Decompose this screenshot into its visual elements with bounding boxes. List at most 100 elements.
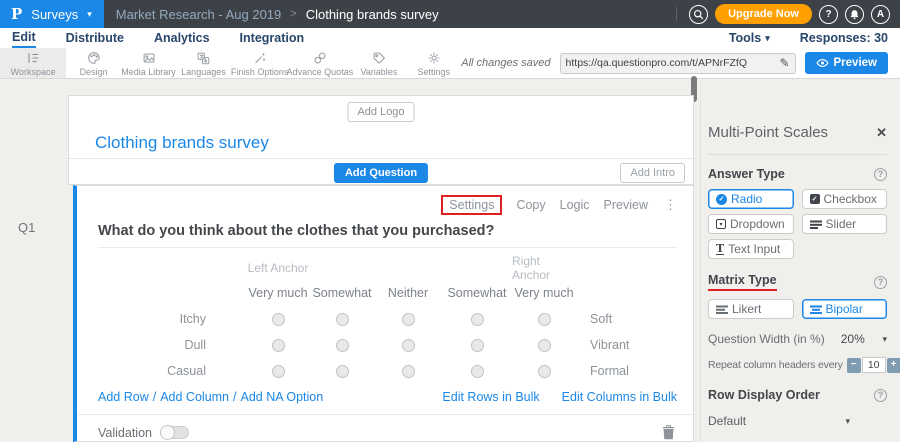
panel-divider (708, 154, 887, 155)
decrement-button[interactable]: − (847, 358, 861, 373)
row-right-label[interactable]: Vibrant (576, 332, 629, 358)
add-question-button[interactable]: Add Question (334, 163, 428, 183)
matrix-radio[interactable] (538, 313, 551, 326)
matrix-radio[interactable] (471, 365, 484, 378)
question-logic-link[interactable]: Logic (560, 198, 590, 212)
column-header[interactable]: Somewhat (442, 280, 512, 306)
row-left-label[interactable]: Itchy (98, 306, 246, 332)
edit-columns-bulk-link[interactable]: Edit Columns in Bulk (562, 390, 677, 404)
tools-menu[interactable]: Tools ▾ (729, 31, 770, 45)
matrix-type-label: Matrix Type (708, 273, 777, 291)
row-left-label[interactable]: Dull (98, 332, 246, 358)
help-icon[interactable]: ? (874, 389, 887, 402)
eye-icon (816, 58, 829, 68)
tab-integration[interactable]: Integration (240, 30, 305, 47)
row-right-label[interactable]: Formal (576, 358, 629, 384)
quotas-icon (312, 50, 328, 66)
matrix-radio[interactable] (336, 365, 349, 378)
matrix-radio[interactable] (402, 313, 415, 326)
toolbar-media-library[interactable]: Media Library (121, 48, 176, 78)
add-row-link[interactable]: Add Row (98, 390, 149, 404)
upgrade-now-button[interactable]: Upgrade Now (715, 4, 812, 24)
answer-type-slider[interactable]: Slider (802, 214, 888, 234)
palette-icon (86, 50, 102, 66)
product-label: Surveys (31, 7, 78, 22)
matrix-radio[interactable] (272, 313, 285, 326)
search-button[interactable] (689, 5, 708, 24)
add-intro-button[interactable]: Add Intro (620, 163, 685, 183)
column-header[interactable]: Very much (512, 280, 576, 306)
row-left-label[interactable]: Casual (98, 358, 246, 384)
matrix-radio[interactable] (402, 365, 415, 378)
question-card: Settings Copy Logic Preview ⋮ What do yo… (73, 185, 694, 442)
column-header[interactable]: Very much (246, 280, 310, 306)
matrix-type-likert[interactable]: Likert (708, 299, 794, 319)
answer-type-options: ✓ Radio ✓ Checkbox ▾ Dropdown Slider T (708, 189, 887, 259)
matrix-radio[interactable] (272, 339, 285, 352)
answer-type-checkbox[interactable]: ✓ Checkbox (802, 189, 888, 209)
toolbar-workspace[interactable]: Workspace (0, 48, 66, 78)
delete-question-button[interactable] (662, 425, 675, 440)
answer-type-dropdown[interactable]: ▾ Dropdown (708, 214, 794, 234)
toolbar-finish-options[interactable]: Finish Options (231, 48, 289, 78)
help-button[interactable]: ? (819, 5, 838, 24)
repeat-headers-stepper: − + (847, 357, 900, 373)
matrix-radio[interactable] (471, 339, 484, 352)
validation-toggle[interactable] (160, 426, 189, 439)
toolbar-variables[interactable]: Variables (351, 48, 406, 78)
toolbar-advance-quotas[interactable]: Advance Quotas (288, 48, 351, 78)
survey-url-input[interactable] (566, 57, 780, 69)
question-width-value[interactable]: 20% (841, 332, 865, 346)
question-text[interactable]: What do you think about the clothes that… (98, 223, 494, 239)
more-options-icon[interactable]: ⋮ (664, 197, 677, 213)
question-settings-link[interactable]: Settings (441, 195, 502, 215)
answer-type-radio[interactable]: ✓ Radio (708, 189, 794, 209)
notifications-button[interactable] (845, 5, 864, 24)
responses-count[interactable]: Responses: 30 (800, 31, 888, 45)
survey-title[interactable]: Clothing brands survey (95, 133, 269, 153)
add-logo-button[interactable]: Add Logo (347, 102, 414, 122)
chevron-down-icon: ▾ (87, 10, 92, 19)
matrix-radio[interactable] (272, 365, 285, 378)
toolbar-languages[interactable]: Languages (176, 48, 231, 78)
question-copy-link[interactable]: Copy (516, 198, 545, 212)
tab-edit[interactable]: Edit (12, 29, 36, 48)
matrix-radio[interactable] (471, 313, 484, 326)
repeat-headers-input[interactable] (862, 357, 886, 373)
row-display-order-select[interactable]: Default ▾ (708, 414, 850, 428)
row-right-label[interactable]: Soft (576, 306, 629, 332)
add-na-option-link[interactable]: Add NA Option (241, 390, 324, 404)
survey-header-card: Add Logo Clothing brands survey Add Ques… (68, 95, 694, 185)
add-column-link[interactable]: Add Column (160, 390, 229, 404)
edit-rows-bulk-link[interactable]: Edit Rows in Bulk (442, 390, 539, 404)
answer-type-text-input[interactable]: T Text Input (708, 239, 794, 259)
column-header[interactable]: Somewhat (310, 280, 374, 306)
surveys-product-menu[interactable]: P Surveys ▾ (0, 0, 104, 28)
breadcrumb-separator-icon: > (290, 8, 296, 20)
tab-analytics[interactable]: Analytics (154, 30, 210, 47)
increment-button[interactable]: + (887, 358, 900, 373)
chevron-down-icon[interactable]: ▾ (882, 334, 887, 345)
matrix-radio[interactable] (538, 365, 551, 378)
toggle-knob (160, 425, 175, 440)
validation-label: Validation (98, 426, 152, 440)
matrix-type-bipolar[interactable]: Bipolar (802, 299, 888, 319)
toolbar-design[interactable]: Design (66, 48, 121, 78)
matrix-radio[interactable] (402, 339, 415, 352)
editor-toolbar: Workspace Design Media Library Languages… (0, 48, 900, 79)
help-icon[interactable]: ? (874, 168, 887, 181)
avatar[interactable]: A (871, 5, 890, 24)
tab-distribute[interactable]: Distribute (66, 30, 124, 47)
question-preview-link[interactable]: Preview (604, 198, 648, 212)
breadcrumb-folder[interactable]: Market Research - Aug 2019 (116, 7, 281, 22)
matrix-radio[interactable] (538, 339, 551, 352)
close-icon[interactable]: ✕ (876, 125, 887, 141)
workspace-icon (25, 50, 41, 66)
matrix-radio[interactable] (336, 313, 349, 326)
toolbar-settings[interactable]: Settings (406, 48, 461, 78)
column-header[interactable]: Neither (374, 280, 442, 306)
help-icon[interactable]: ? (874, 276, 887, 289)
edit-url-icon[interactable]: ✎ (779, 56, 789, 70)
matrix-radio[interactable] (336, 339, 349, 352)
preview-button[interactable]: Preview (805, 52, 888, 74)
